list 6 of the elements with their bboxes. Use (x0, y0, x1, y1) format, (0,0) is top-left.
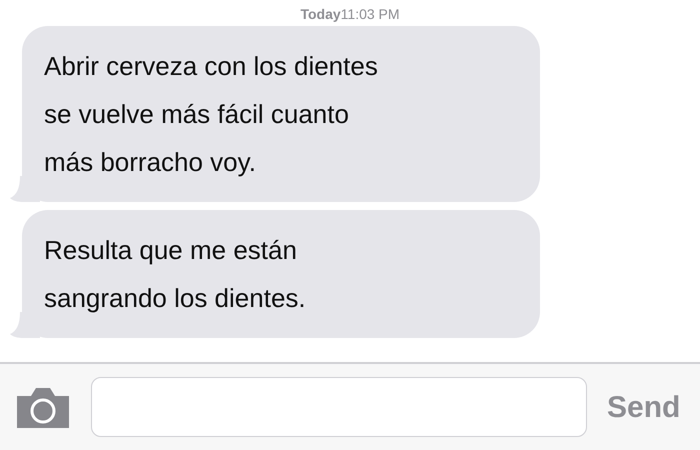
camera-icon[interactable] (15, 386, 71, 428)
message-field[interactable] (91, 377, 587, 437)
message-bubble: Resulta que me están sangrando los dientes. (22, 210, 540, 338)
timestamp: Today11:03 PM (300, 5, 400, 24)
send-button[interactable]: Send (607, 384, 680, 430)
message-bubble: Abrir cerveza con los dientes se vuelve más fácil cuanto más borracho voy. (22, 26, 540, 202)
